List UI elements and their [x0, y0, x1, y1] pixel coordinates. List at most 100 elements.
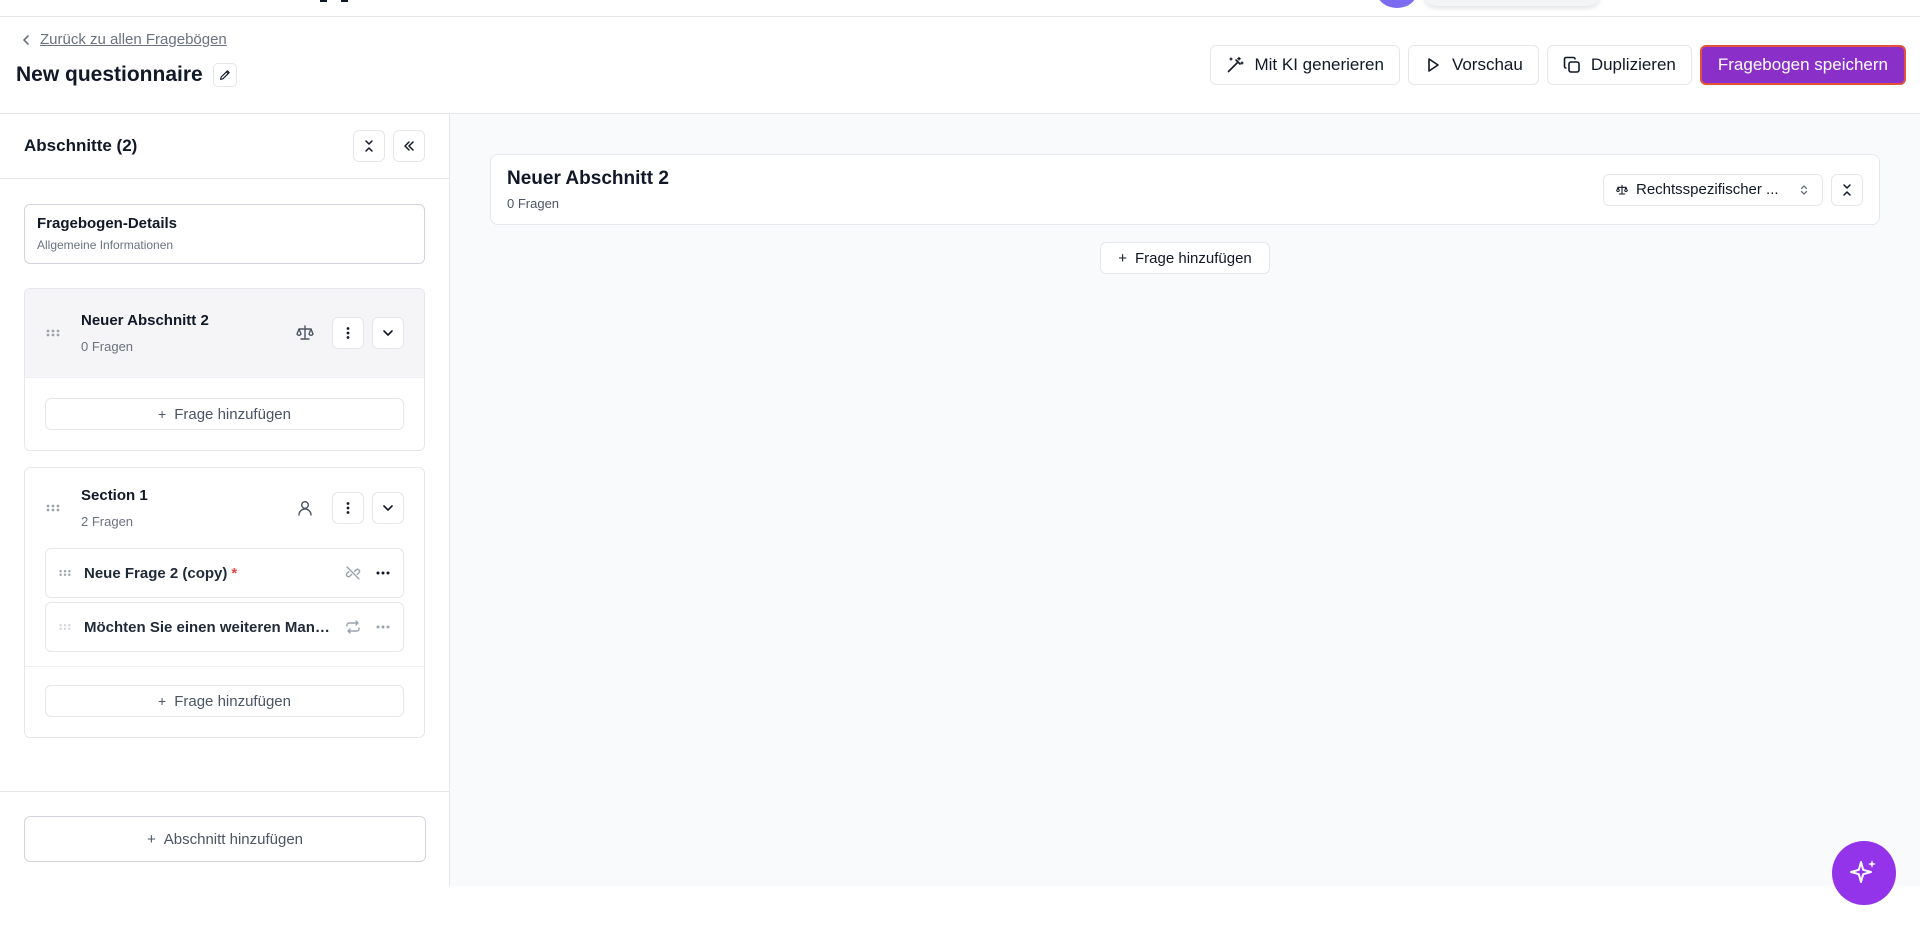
save-questionnaire-button[interactable]: Fragebogen speichern	[1699, 45, 1906, 85]
section-title: Neuer Abschnitt 2	[507, 168, 669, 189]
details-subtitle: Allgemeine Informationen	[37, 238, 174, 252]
section-header[interactable]: Neuer Abschnitt 2 0 Fragen	[25, 289, 424, 377]
chevrons-collapse-icon	[1843, 183, 1851, 196]
sidebar-footer: + Abschnitt hinzufügen	[0, 791, 450, 886]
section-info: Section 1 2 Fragen	[81, 487, 294, 529]
collapse-sidebar-button[interactable]	[393, 130, 425, 162]
edit-title-button[interactable]	[212, 63, 237, 87]
sidebar-header: Abschnitte (2)	[0, 114, 449, 179]
more-horizontal-icon[interactable]	[375, 619, 391, 635]
plus-icon: +	[1118, 249, 1127, 267]
avatar[interactable]	[1377, 0, 1417, 8]
section-expand-button[interactable]	[372, 492, 404, 524]
section-card-neuer-abschnitt-2[interactable]: Neuer Abschnitt 2 0 Fragen + Frage hinzu…	[24, 288, 425, 451]
sections-sidebar: Abschnitte (2) Fragebogen-Details Allgem…	[0, 114, 450, 886]
ai-generate-button[interactable]: Mit KI generieren	[1210, 45, 1400, 85]
user-icon	[294, 497, 316, 519]
sidebar-header-buttons	[353, 130, 425, 162]
section-info: Neuer Abschnitt 2 0 Fragen	[81, 312, 294, 354]
drag-handle-icon[interactable]	[45, 500, 61, 516]
questionnaire-details-card[interactable]: Fragebogen-Details Allgemeine Informatio…	[24, 204, 425, 264]
title-row: New questionnaire	[16, 63, 237, 87]
sparkles-icon	[1850, 860, 1876, 883]
logo	[320, 0, 360, 2]
more-vertical-icon	[346, 502, 350, 514]
ai-generate-label: Mit KI generieren	[1254, 55, 1384, 74]
main-add-question-label: Frage hinzufügen	[1135, 249, 1252, 267]
question-text: Neue Frage 2 (copy) *	[84, 565, 337, 582]
section-question-count: 0 Fragen	[507, 196, 560, 211]
duplicate-label: Duplizieren	[1590, 55, 1676, 74]
repeat-icon	[346, 620, 360, 634]
add-question-button[interactable]: + Frage hinzufügen	[45, 685, 404, 717]
section-name: Section 1	[81, 487, 148, 504]
chevrons-left-icon	[404, 141, 414, 151]
more-vertical-icon	[346, 327, 350, 339]
section-count: 0 Fragen	[81, 339, 134, 354]
preview-label: Vorschau	[1451, 55, 1523, 74]
question-item[interactable]: Neue Frage 2 (copy) *	[45, 548, 404, 598]
user-menu[interactable]	[1424, 0, 1600, 6]
drag-handle-icon[interactable]	[58, 566, 72, 580]
collapse-all-button[interactable]	[353, 130, 385, 162]
question-list: Neue Frage 2 (copy) * Möchten Sie einen w…	[25, 548, 424, 666]
scale-icon	[294, 322, 316, 344]
drag-handle-icon[interactable]	[45, 325, 61, 341]
section-menu-button[interactable]	[332, 492, 364, 524]
section-expand-button[interactable]	[372, 317, 404, 349]
section-tools	[294, 317, 404, 349]
question-label: Neue Frage 2 (copy)	[84, 564, 228, 582]
section-header-info: Neuer Abschnitt 2 0 Fragen	[507, 168, 1603, 211]
play-icon	[1428, 58, 1439, 72]
section-footer: + Frage hinzufügen	[25, 377, 424, 450]
pencil-icon	[219, 70, 230, 80]
chevrons-collapse-icon	[365, 140, 373, 152]
chevron-up-down-icon	[1800, 184, 1808, 195]
section-footer: + Frage hinzufügen	[25, 666, 424, 737]
details-title: Fragebogen-Details	[37, 215, 178, 232]
save-label: Fragebogen speichern	[1717, 55, 1888, 74]
top-app-bar	[0, 0, 1920, 17]
question-text: Möchten Sie einen weiteren Mandanten hin…	[84, 618, 337, 636]
plus-icon: +	[158, 693, 167, 709]
sidebar-title: Abschnitte (2)	[24, 136, 138, 155]
plus-icon: +	[146, 830, 156, 848]
back-link[interactable]: Zurück zu allen Fragebögen	[20, 31, 227, 48]
section-header-card: Neuer Abschnitt 2 0 Fragen Rechtsspezifi…	[490, 154, 1880, 225]
page-title: New questionnaire	[16, 63, 203, 86]
section-name: Neuer Abschnitt 2	[81, 312, 209, 329]
duplicate-button[interactable]: Duplizieren	[1546, 45, 1692, 85]
section-editor: Neuer Abschnitt 2 0 Fragen Rechtsspezifi…	[450, 114, 1920, 886]
header-actions: Mit KI generieren Vorschau Duplizieren F…	[1210, 45, 1906, 85]
add-question-label: Frage hinzufügen	[174, 692, 291, 710]
collapse-section-button[interactable]	[1831, 173, 1863, 206]
section-menu-button[interactable]	[332, 317, 364, 349]
ai-assistant-button[interactable]	[1832, 841, 1896, 905]
add-section-label: Abschnitt hinzufügen	[163, 830, 304, 848]
copy-icon	[1563, 56, 1580, 73]
drag-handle-icon[interactable]	[58, 620, 72, 634]
chevron-left-icon	[23, 34, 29, 45]
section-header[interactable]: Section 1 2 Fragen	[25, 468, 424, 548]
plus-icon: +	[158, 406, 167, 422]
chevron-down-icon	[383, 330, 393, 336]
add-question-button[interactable]: + Frage hinzufügen	[45, 398, 404, 430]
section-count: 2 Fragen	[81, 514, 134, 529]
magic-wand-icon	[1228, 56, 1245, 73]
section-tools	[294, 492, 404, 524]
add-section-button[interactable]: + Abschnitt hinzufügen	[24, 816, 426, 862]
section-type-select[interactable]: Rechtsspezifischer ...	[1603, 173, 1823, 206]
more-horizontal-icon[interactable]	[375, 565, 391, 581]
section-card-section-1[interactable]: Section 1 2 Fragen Neue Frage 2 (copy)*	[24, 467, 425, 738]
question-item[interactable]: Möchten Sie einen weiteren Mandanten hin…	[45, 602, 404, 652]
required-mark: *	[231, 564, 238, 582]
unlink-icon	[345, 566, 361, 580]
page-header: Zurück zu allen Fragebögen New questionn…	[0, 17, 1920, 114]
question-icons	[345, 619, 391, 635]
preview-button[interactable]: Vorschau	[1407, 45, 1539, 85]
add-question-label: Frage hinzufügen	[174, 405, 291, 423]
back-link-label: Zurück zu allen Fragebögen	[40, 31, 227, 48]
question-icons	[345, 565, 391, 581]
main-add-question-button[interactable]: + Frage hinzufügen	[1100, 242, 1270, 274]
section-type-value: Rechtsspezifischer ...	[1636, 181, 1779, 198]
